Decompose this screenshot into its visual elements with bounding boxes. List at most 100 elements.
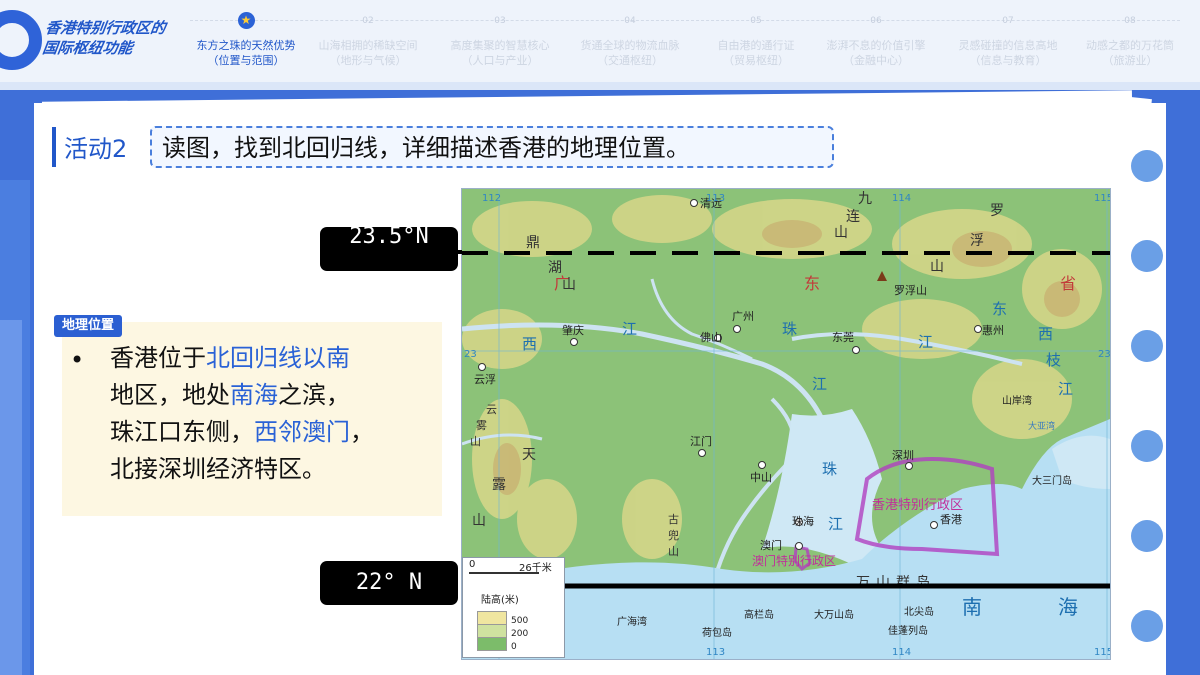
latitude-label: 23 bbox=[1098, 349, 1110, 360]
sea-char: 南 bbox=[962, 595, 982, 619]
city-label: 广州 bbox=[732, 310, 754, 323]
nav-tab-8[interactable]: 08 动感之都的万花筒 （旅游业） bbox=[1068, 12, 1192, 69]
city-label: 珠海 bbox=[792, 514, 814, 528]
legend-value: 0 bbox=[511, 642, 517, 652]
nav-title: 澎湃不息的价值引擎 bbox=[826, 39, 926, 52]
mountain-char: 山 bbox=[668, 545, 679, 558]
nav-number: 05 bbox=[750, 16, 762, 26]
geo-position-text: 香港位于北回归线以南 地区，地处南海之滨， 珠江口东侧，西邻澳门， 北接深圳经济… bbox=[110, 340, 430, 488]
nav-subtitle: （位置与范围） bbox=[207, 54, 285, 67]
desc-text: ， bbox=[350, 418, 374, 446]
bullet-icon: • bbox=[70, 346, 85, 374]
longitude-label: 112 bbox=[482, 193, 501, 204]
city-label: 香港 bbox=[940, 513, 962, 526]
river-char: 枝 bbox=[1046, 351, 1061, 369]
nav-title: 动感之都的万花筒 bbox=[1086, 39, 1174, 52]
desc-text: 香港位于 bbox=[110, 344, 206, 372]
tropic-of-cancer-label: 23.5°N bbox=[320, 227, 458, 271]
desc-text: 珠江口东侧， bbox=[110, 418, 254, 446]
city-label: 东莞 bbox=[832, 331, 854, 344]
nav-title: 山海相拥的稀缺空间 bbox=[318, 39, 418, 52]
nav-number: 03 bbox=[494, 16, 506, 26]
binder-ring-icon bbox=[1131, 610, 1163, 642]
legend-swatch-low bbox=[477, 637, 507, 651]
longitude-label: 115 bbox=[1094, 193, 1110, 204]
binder-ring-icon bbox=[1131, 330, 1163, 362]
tropic-line-extension bbox=[458, 250, 462, 254]
city-label: 澳门 bbox=[760, 538, 782, 552]
longitude-label: 114 bbox=[892, 193, 911, 204]
activity-label: 活动2 bbox=[64, 135, 128, 163]
mountain-char: 云 bbox=[486, 403, 497, 416]
geo-position-tag: 地理位置 bbox=[54, 315, 122, 337]
desc-text: 之滨， bbox=[278, 381, 350, 409]
nav-title: 自由港的通行证 bbox=[717, 39, 795, 52]
binder-ring-icon bbox=[1131, 240, 1163, 272]
nav-tab-7[interactable]: 07 灵感碰撞的信息高地 （信息与教育） bbox=[946, 12, 1070, 69]
legend-value: 500 bbox=[511, 616, 529, 626]
province-char: 省 bbox=[1060, 274, 1076, 293]
nav-number: 06 bbox=[870, 16, 882, 26]
island-label: 佳蓬列岛 bbox=[888, 624, 928, 637]
legend-value: 200 bbox=[511, 629, 529, 639]
longitude-label: 113 bbox=[706, 193, 725, 204]
nav-subtitle: （地形与气候） bbox=[329, 54, 407, 67]
legend-title: 陆高(米) bbox=[481, 595, 519, 606]
binder-ring-icon bbox=[1131, 520, 1163, 552]
nav-tab-5[interactable]: 05 自由港的通行证 （贸易枢纽） bbox=[694, 12, 818, 69]
island-label: 荷包岛 bbox=[702, 626, 732, 639]
star-icon: ★ bbox=[237, 12, 255, 29]
mountain-char: 山 bbox=[470, 435, 481, 448]
nav-tab-3[interactable]: 03 高度集聚的智慧核心 （人口与产业） bbox=[438, 12, 562, 69]
mountain-char: 兜 bbox=[668, 528, 679, 542]
hk-sar-label: 香港特别行政区 bbox=[872, 498, 963, 513]
nav-tab-4[interactable]: 04 货通全球的物流血脉 （交通枢纽） bbox=[568, 12, 692, 69]
nav-title: 货通全球的物流血脉 bbox=[580, 39, 680, 52]
nav-number: 07 bbox=[1002, 16, 1014, 26]
city-label: 深圳 bbox=[892, 449, 914, 462]
city-label: 惠州 bbox=[982, 323, 1004, 337]
island-label: 北尖岛 bbox=[904, 605, 934, 618]
longitude-label: 113 bbox=[706, 647, 725, 658]
longitude-label: 115 bbox=[1094, 647, 1110, 658]
nav-subtitle: （信息与教育） bbox=[969, 54, 1047, 67]
legend-swatch-mid bbox=[477, 624, 507, 638]
nav-number: 02 bbox=[362, 16, 374, 26]
scale-zero: 0 bbox=[469, 559, 476, 570]
mountain-char: 湖 bbox=[548, 260, 562, 276]
nav-number: 08 bbox=[1124, 16, 1136, 26]
province-char: 东 bbox=[804, 274, 820, 293]
nav-tab-2[interactable]: 02 山海相拥的稀缺空间 （地形与气候） bbox=[306, 12, 430, 69]
sea-char: 江 bbox=[828, 515, 843, 533]
bay-label: 大亚湾 bbox=[1028, 420, 1055, 432]
logo-title: 香港特别行政区的国际枢纽功能 bbox=[41, 19, 167, 57]
header-stripe bbox=[0, 82, 1200, 90]
legend-swatch-high bbox=[477, 611, 507, 625]
mountain-char: 罗 bbox=[990, 203, 1004, 219]
river-char: 珠 bbox=[782, 320, 797, 338]
nav-number: 04 bbox=[624, 16, 636, 26]
desc-highlight: 北回归线以南 bbox=[206, 344, 350, 372]
desc-highlight: 南海 bbox=[230, 381, 278, 409]
logo-ring-icon bbox=[0, 10, 42, 70]
nav-subtitle: （交通枢纽） bbox=[597, 54, 663, 67]
mountain-char: 山 bbox=[834, 225, 848, 241]
nav-tab-1[interactable]: ★ 东方之珠的天然优势 （位置与范围） bbox=[184, 12, 308, 69]
desc-text: 地区，地处 bbox=[110, 381, 230, 409]
binder-ring-icon bbox=[1131, 150, 1163, 182]
mountain-char: 浮 bbox=[970, 233, 984, 249]
mountain-char: 雾 bbox=[476, 419, 487, 432]
island-label: 大三门岛 bbox=[1032, 474, 1072, 487]
nav-subtitle: （人口与产业） bbox=[461, 54, 539, 67]
nav-subtitle: （贸易枢纽） bbox=[723, 54, 789, 67]
nav-tab-6[interactable]: 06 澎湃不息的价值引擎 （金融中心） bbox=[814, 12, 938, 69]
city-label: 江门 bbox=[690, 434, 712, 448]
nav-subtitle: （金融中心） bbox=[843, 54, 909, 67]
macau-sar-label: 澳门特别行政区 bbox=[752, 553, 836, 568]
river-char: 西 bbox=[1038, 325, 1053, 343]
map-legend: 0 26千米 陆高(米) 500 200 0 bbox=[462, 557, 565, 658]
city-label: 中山 bbox=[750, 471, 772, 484]
activity-accent-bar bbox=[52, 127, 56, 167]
river-char: 江 bbox=[622, 320, 637, 338]
nav-title: 高度集聚的智慧核心 bbox=[450, 39, 550, 52]
